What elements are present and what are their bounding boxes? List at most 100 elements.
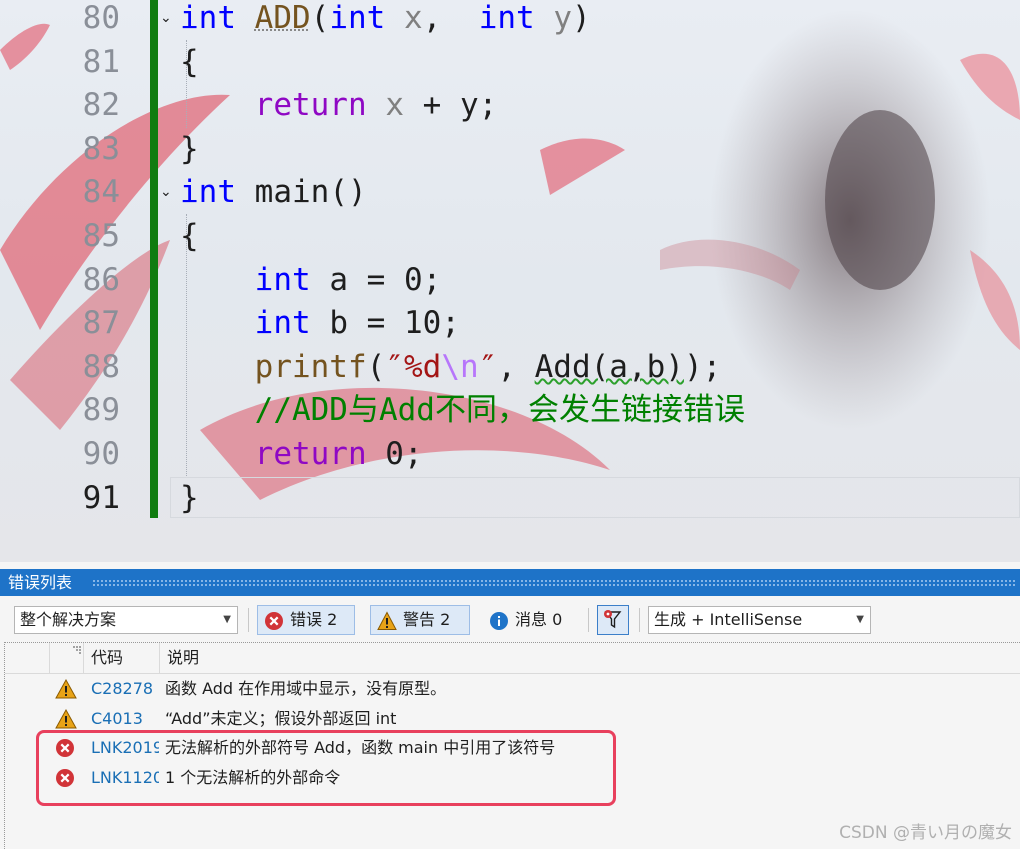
error-list-row[interactable]: C4013 “Add”未定义；假设外部返回 int: [5, 704, 1020, 734]
code-token: main(): [236, 174, 367, 211]
messages-count: 消息 0: [515, 610, 563, 629]
collapse-icon[interactable]: ⌄: [160, 183, 174, 201]
code-line[interactable]: //ADD与Add不同，会发生链接错误: [180, 389, 745, 432]
code-token: Add(a,b): [534, 348, 684, 385]
error-list-panel: 错误列表 整个解决方案 ▼ 错误 2 警告 2 消息 0 生成 + Intell…: [0, 562, 1020, 849]
warnings-filter-button[interactable]: 警告 2: [370, 605, 470, 635]
code-line[interactable]: {: [180, 41, 199, 84]
code-line[interactable]: }: [180, 477, 199, 520]
separator: [639, 608, 640, 632]
error-code-link[interactable]: C28278: [91, 674, 159, 704]
errors-filter-button[interactable]: 错误 2: [257, 605, 355, 635]
grid-header: 代码 说明: [5, 643, 1020, 674]
line-number: 82: [82, 87, 120, 124]
error-description: “Add”未定义；假设外部返回 int: [165, 708, 397, 728]
error-list-toolbar: 整个解决方案 ▼ 错误 2 警告 2 消息 0 生成 + IntelliSens…: [0, 602, 1020, 636]
code-line[interactable]: printf(″%d\n″, Add(a,b));: [180, 346, 722, 389]
line-number: 80: [82, 0, 120, 36]
code-token: return: [254, 436, 367, 472]
column-header-code[interactable]: 代码: [83, 643, 155, 673]
code-line[interactable]: {: [180, 215, 199, 258]
column-header-description[interactable]: 说明: [159, 643, 199, 673]
code-line[interactable]: return x + y;: [180, 84, 498, 127]
code-token: }: [180, 130, 199, 167]
warning-icon: [377, 611, 397, 630]
code-token: a = 0;: [310, 261, 442, 298]
code-token: printf: [254, 348, 367, 385]
line-number: 87: [82, 305, 120, 342]
code-token: int: [478, 0, 535, 36]
code-token: //ADD与Add不同，会发生链接错误: [254, 392, 745, 429]
line-number: 84: [82, 174, 120, 211]
separator: [248, 608, 249, 632]
column-chooser-corner[interactable]: [49, 643, 84, 673]
error-description: 函数 Add 在作用域中显示，没有原型。: [165, 679, 447, 698]
line-number: 85: [82, 218, 120, 254]
warning-icon: [55, 708, 77, 729]
code-token: x: [385, 87, 404, 124]
annotation-highlight-box: [36, 730, 616, 806]
errors-count: 错误 2: [290, 610, 338, 629]
source-dropdown[interactable]: 生成 + IntelliSense ▼: [648, 606, 871, 634]
code-token: (: [310, 0, 330, 36]
collapse-icon[interactable]: ⌄: [160, 9, 174, 27]
code-line[interactable]: }: [180, 128, 199, 171]
code-token: ,: [497, 348, 535, 385]
messages-filter-button[interactable]: 消息 0: [482, 605, 582, 635]
code-token: ″: [478, 348, 498, 385]
info-icon: [490, 612, 508, 630]
code-token: ): [572, 0, 591, 36]
line-number: 89: [82, 392, 120, 429]
code-token: y: [553, 0, 573, 36]
line-number: 88: [82, 348, 120, 385]
scope-dropdown[interactable]: 整个解决方案 ▼: [14, 606, 238, 634]
code-token: }: [180, 479, 199, 516]
scope-value: 整个解决方案: [20, 610, 117, 629]
code-token: ″%d: [385, 348, 442, 385]
code-token: + y;: [403, 87, 498, 124]
chevron-down-icon: ▼: [856, 614, 864, 625]
panel-title-bar[interactable]: 错误列表: [0, 569, 1020, 596]
code-token: int: [180, 174, 236, 211]
code-token: ,: [422, 0, 479, 36]
code-editor[interactable]: ⌄ ⌄ 80 81 82 83 84 85 86 87 88 89 90 91 int ADD(int…: [0, 0, 1020, 562]
code-line[interactable]: int main(): [180, 171, 367, 214]
code-token: {: [180, 218, 199, 254]
line-number: 83: [82, 130, 120, 167]
code-line[interactable]: int b = 10;: [180, 302, 460, 345]
chevron-down-icon: ▼: [223, 614, 231, 625]
code-token: int: [180, 0, 236, 36]
column-grip-icon: [73, 646, 81, 654]
code-token: b = 10;: [310, 305, 460, 342]
line-number: 86: [82, 261, 120, 298]
code-token: 0;: [366, 436, 423, 472]
error-icon: [265, 612, 283, 630]
error-list-row[interactable]: C28278 函数 Add 在作用域中显示，没有原型。: [5, 674, 1020, 704]
code-token: );: [683, 348, 722, 385]
code-token: {: [180, 43, 199, 80]
change-tracking-bar: [150, 0, 158, 518]
error-code-link[interactable]: C4013: [91, 704, 159, 734]
code-token: int: [329, 0, 386, 36]
watermark: CSDN @青い月の魔女: [839, 823, 1012, 843]
separator: [588, 608, 589, 632]
code-line[interactable]: int a = 0;: [180, 259, 442, 302]
filter-icon: [604, 610, 622, 629]
filter-button[interactable]: [597, 605, 629, 635]
code-token: int: [254, 261, 311, 298]
line-number: 81: [82, 43, 120, 80]
code-line[interactable]: int ADD(int x, int y): [180, 0, 591, 40]
code-token: x: [404, 0, 423, 36]
code-line[interactable]: return 0;: [180, 433, 423, 476]
code-token: ADD: [254, 0, 311, 36]
